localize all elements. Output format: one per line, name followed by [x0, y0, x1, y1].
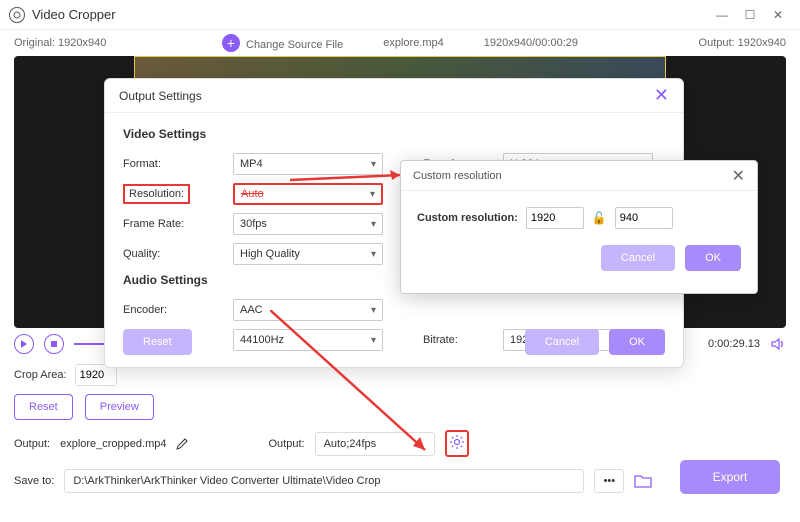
quality-label: Quality: — [123, 248, 223, 260]
format-select[interactable]: MP4 — [233, 153, 383, 175]
custom-height-input[interactable] — [615, 207, 673, 229]
custom-cancel-button[interactable]: Cancel — [601, 245, 675, 271]
output-row: Output: explore_cropped.mp4 Output: Auto… — [0, 424, 800, 463]
modal-close-button[interactable]: ✕ — [654, 85, 669, 106]
maximize-button[interactable]: ☐ — [736, 5, 764, 25]
dimensions-time-label: 1920x940/00:00:29 — [484, 37, 578, 49]
modal-ok-button[interactable]: OK — [609, 329, 665, 355]
custom-ok-button[interactable]: OK — [685, 245, 741, 271]
custom-width-input[interactable] — [526, 207, 584, 229]
plus-icon: + — [222, 34, 240, 52]
output-label-1: Output: — [14, 438, 50, 450]
output-filename: explore_cropped.mp4 — [60, 438, 166, 450]
audio-encoder-label: Encoder: — [123, 304, 223, 316]
gear-highlight — [445, 430, 469, 457]
app-title: Video Cropper — [32, 7, 708, 22]
format-label: Format: — [123, 158, 223, 170]
gear-icon[interactable] — [449, 434, 465, 450]
info-bar: Original: 1920x940 +Change Source File e… — [0, 30, 800, 56]
folder-icon[interactable] — [634, 473, 652, 489]
crop-area-label: Crop Area: — [14, 369, 67, 381]
save-path-field[interactable]: D:\ArkThinker\ArkThinker Video Converter… — [64, 469, 584, 493]
export-button[interactable]: Export — [680, 460, 780, 494]
save-to-label: Save to: — [14, 475, 54, 487]
change-source-button[interactable]: +Change Source File — [222, 34, 343, 52]
edit-icon[interactable] — [176, 438, 188, 450]
custom-close-button[interactable]: ✕ — [732, 166, 745, 186]
modal-title: Output Settings — [119, 89, 202, 103]
preview-button[interactable]: Preview — [85, 394, 154, 420]
video-settings-heading: Video Settings — [123, 127, 665, 141]
output-settings-field: Auto;24fps — [315, 432, 435, 456]
audio-encoder-select[interactable]: AAC — [233, 299, 383, 321]
framerate-select[interactable]: 30fps — [233, 213, 383, 235]
custom-resolution-label: Custom resolution: — [417, 212, 518, 224]
titlebar: Video Cropper — ☐ ✕ — [0, 0, 800, 30]
modal-reset-button[interactable]: Reset — [123, 329, 192, 355]
modal-cancel-button[interactable]: Cancel — [525, 329, 599, 355]
output-dimensions: Output: 1920x940 — [636, 37, 786, 49]
resolution-select[interactable]: Auto — [233, 183, 383, 205]
minimize-button[interactable]: — — [708, 5, 736, 25]
browse-button[interactable]: ••• — [594, 469, 624, 493]
lock-icon[interactable]: 🔓 — [592, 211, 607, 225]
quality-select[interactable]: High Quality — [233, 243, 383, 265]
resolution-label: Resolution: — [123, 188, 223, 200]
app-logo-icon — [8, 6, 26, 24]
framerate-label: Frame Rate: — [123, 218, 223, 230]
stop-button[interactable] — [44, 334, 64, 354]
original-dimensions: Original: 1920x940 — [14, 37, 164, 49]
custom-modal-title: Custom resolution — [413, 170, 502, 182]
time-display: 0:00:29.13 — [708, 338, 760, 350]
close-button[interactable]: ✕ — [764, 5, 792, 25]
custom-resolution-modal: Custom resolution ✕ Custom resolution: 🔓… — [400, 160, 758, 294]
output-label-2: Output: — [268, 438, 304, 450]
reset-button[interactable]: Reset — [14, 394, 73, 420]
filename-label: explore.mp4 — [383, 37, 444, 49]
progress-indicator[interactable] — [74, 343, 104, 345]
volume-icon[interactable] — [770, 336, 786, 352]
play-button[interactable] — [14, 334, 34, 354]
